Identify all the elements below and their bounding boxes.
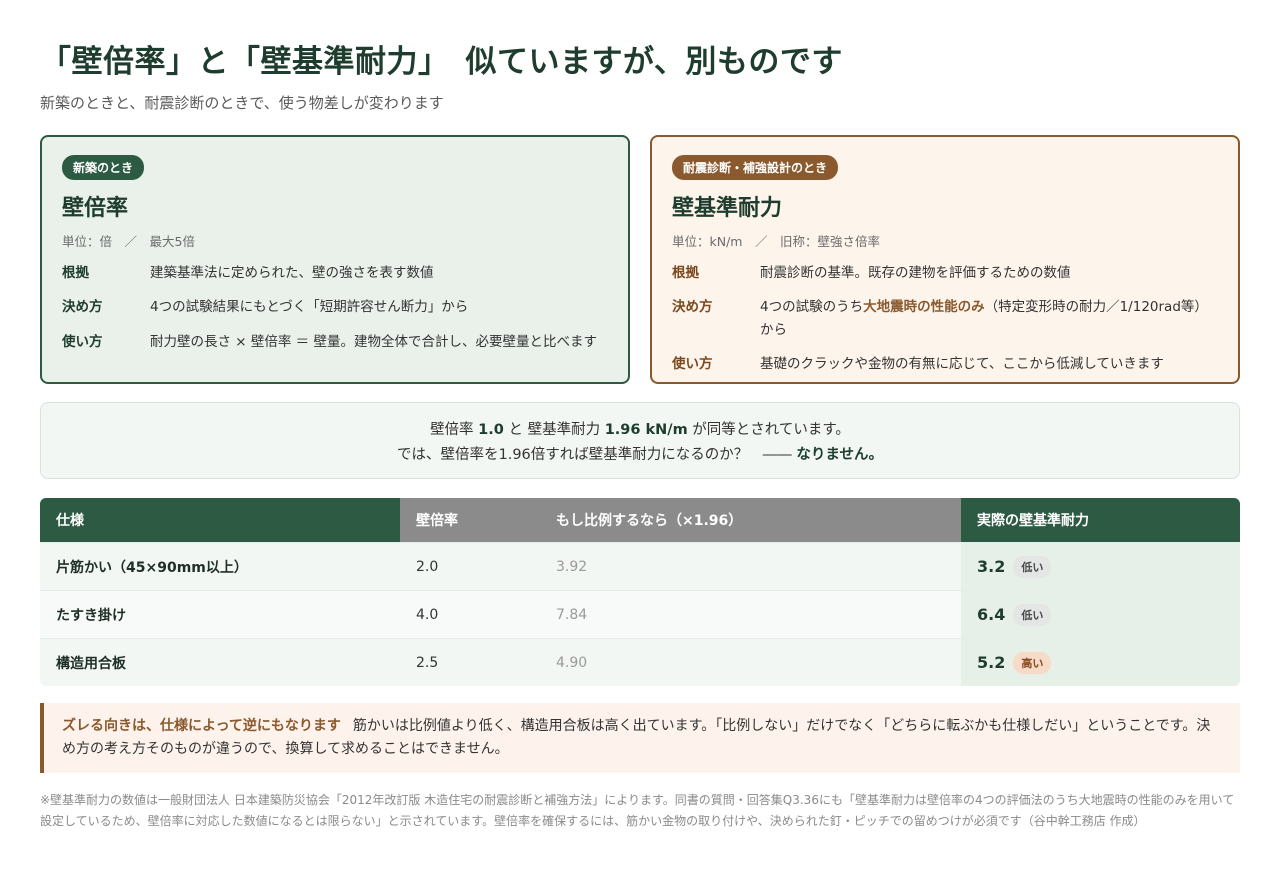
cell-ratio: 2.0 [400, 543, 540, 590]
row-key: 根拠 [62, 265, 89, 281]
status-badge: 低い [1013, 603, 1052, 626]
row-value: 4つの試験結果にもとづく「短期許容せん断力」から [150, 299, 469, 316]
pill-new-build: 新築のとき [62, 155, 145, 180]
row-key: 根拠 [672, 265, 699, 281]
deviation-note: ズレる向きは、仕様によって逆にもなります 筋かいは比例値より低く、構造用合板は高く… [40, 703, 1240, 773]
status-badge: 高い [1013, 651, 1052, 674]
table-row: 構造用合板 2.5 4.90 5.2 高い [40, 638, 1240, 686]
status-badge: 低い [1013, 555, 1052, 578]
callout-answer: なりません。 [796, 447, 883, 464]
page-subtitle: 新築のときと、耐震診断のときで、使う物差しが変わります [40, 94, 444, 112]
comparison-table: 仕様 壁倍率 もし比例するなら（×1.96） 実際の壁基準耐力 片筋かい（45×… [40, 498, 1240, 686]
row-basis: 根拠 建築基準法に定められた、壁の強さを表す数値 [62, 262, 608, 284]
cell-actual: 6.4 低い [961, 591, 1240, 638]
table-body: 片筋かい（45×90mm以上） 2.0 3.92 3.2 低い たすき掛け 4.0… [40, 542, 1240, 686]
row-basis: 根拠 耐震診断の基準。既存の建物を評価するための数値 [672, 262, 1218, 284]
cell-spec: たすき掛け [40, 591, 400, 638]
actual-value: 3.2 [977, 557, 1006, 576]
callout-line-1: 壁倍率 1.0 と 壁基準耐力 1.96 kN/m が同等とされています。 [41, 418, 1239, 443]
card-new-build: 新築のとき 壁倍率 単位：倍 ／ 最大5倍 根拠 建築基準法に定められた、壁の強… [40, 135, 630, 384]
row-key: 使い方 [672, 355, 713, 372]
header-proportional: もし比例するなら（×1.96） [540, 498, 961, 542]
row-usage: 使い方 基礎のクラックや金物の有無に応じて、ここから低減していきます [672, 353, 1218, 375]
card-seismic-diagnosis: 耐震診断・補強設計のとき 壁基準耐力 単位：kN/m ／ 旧称：壁強さ倍率 根拠… [650, 135, 1240, 384]
actual-value: 6.4 [977, 605, 1006, 624]
row-value: 耐力壁の長さ × 壁倍率 ＝ 壁量。建物全体で合計し、必要壁量と比べます [150, 333, 597, 350]
row-method: 決め方 4つの試験結果にもとづく「短期許容せん断力」から [62, 296, 608, 318]
cell-ratio: 2.5 [400, 639, 540, 686]
card-title-base-strength: 壁基準耐力 [672, 196, 783, 221]
row-value: 耐震診断の基準。既存の建物を評価するための数値 [760, 265, 1071, 281]
equivalence-callout: 壁倍率 1.0 と 壁基準耐力 1.96 kN/m が同等とされています。 では… [40, 402, 1240, 479]
note-lead: ズレる向きは、仕様によって逆にもなります [62, 718, 341, 734]
pill-seismic-diagnosis: 耐震診断・補強設計のとき [672, 155, 839, 180]
cell-actual: 3.2 低い [961, 543, 1240, 590]
actual-value: 5.2 [977, 653, 1006, 672]
cell-proportional: 3.92 [540, 543, 961, 590]
callout-text: では、壁倍率を1.96倍すれば壁基準耐力になるのか？ ―― [397, 447, 797, 464]
header-actual: 実際の壁基準耐力 [961, 498, 1240, 542]
callout-text: 壁倍率 [430, 422, 479, 438]
header-wall-ratio: 壁倍率 [400, 498, 540, 542]
header-spec: 仕様 [40, 498, 400, 542]
card-unit: 単位：倍 ／ 最大5倍 [62, 234, 195, 249]
row-value-emphasis: 大地震時の性能のみ [863, 299, 985, 316]
row-key: 決め方 [62, 299, 103, 316]
row-value: 建築基準法に定められた、壁の強さを表す数値 [150, 265, 434, 281]
row-value-pre: 4つの試験のうち [760, 299, 864, 316]
row-value: 4つの試験のうち大地震時の性能のみ（特定変形時の耐力／1/120rad等）から [760, 296, 1218, 341]
cell-spec: 構造用合板 [40, 639, 400, 686]
callout-value: 1.0 [478, 422, 504, 438]
page-title: 「壁倍率」と「壁基準耐力」 似ていますが、別ものです [40, 44, 843, 80]
table-row: 片筋かい（45×90mm以上） 2.0 3.92 3.2 低い [40, 542, 1240, 590]
cell-spec: 片筋かい（45×90mm以上） [40, 543, 400, 590]
card-title-wall-ratio: 壁倍率 [62, 196, 129, 221]
table-header: 仕様 壁倍率 もし比例するなら（×1.96） 実際の壁基準耐力 [40, 498, 1240, 542]
card-unit: 単位：kN/m ／ 旧称：壁強さ倍率 [672, 234, 880, 249]
table-row: たすき掛け 4.0 7.84 6.4 低い [40, 590, 1240, 638]
cell-actual: 5.2 高い [961, 639, 1240, 686]
cell-ratio: 4.0 [400, 591, 540, 638]
row-usage: 使い方 耐力壁の長さ × 壁倍率 ＝ 壁量。建物全体で合計し、必要壁量と比べます [62, 331, 608, 353]
row-method: 決め方 4つの試験のうち大地震時の性能のみ（特定変形時の耐力／1/120rad等… [672, 296, 1218, 341]
callout-line-2: では、壁倍率を1.96倍すれば壁基準耐力になるのか？ ―― なりません。 [41, 443, 1239, 468]
callout-text: が同等とされています。 [687, 422, 850, 438]
cell-proportional: 7.84 [540, 591, 961, 638]
row-key: 使い方 [62, 333, 103, 350]
cell-proportional: 4.90 [540, 639, 961, 686]
callout-text: と 壁基準耐力 [503, 422, 605, 438]
row-key: 決め方 [672, 299, 713, 316]
callout-value: 1.96 kN/m [604, 422, 688, 438]
row-value: 基礎のクラックや金物の有無に応じて、ここから低減していきます [760, 355, 1164, 372]
source-footnote: ※壁基準耐力の数値は一般財団法人 日本建築防災協会「2012年改訂版 木造住宅の… [40, 793, 1235, 828]
